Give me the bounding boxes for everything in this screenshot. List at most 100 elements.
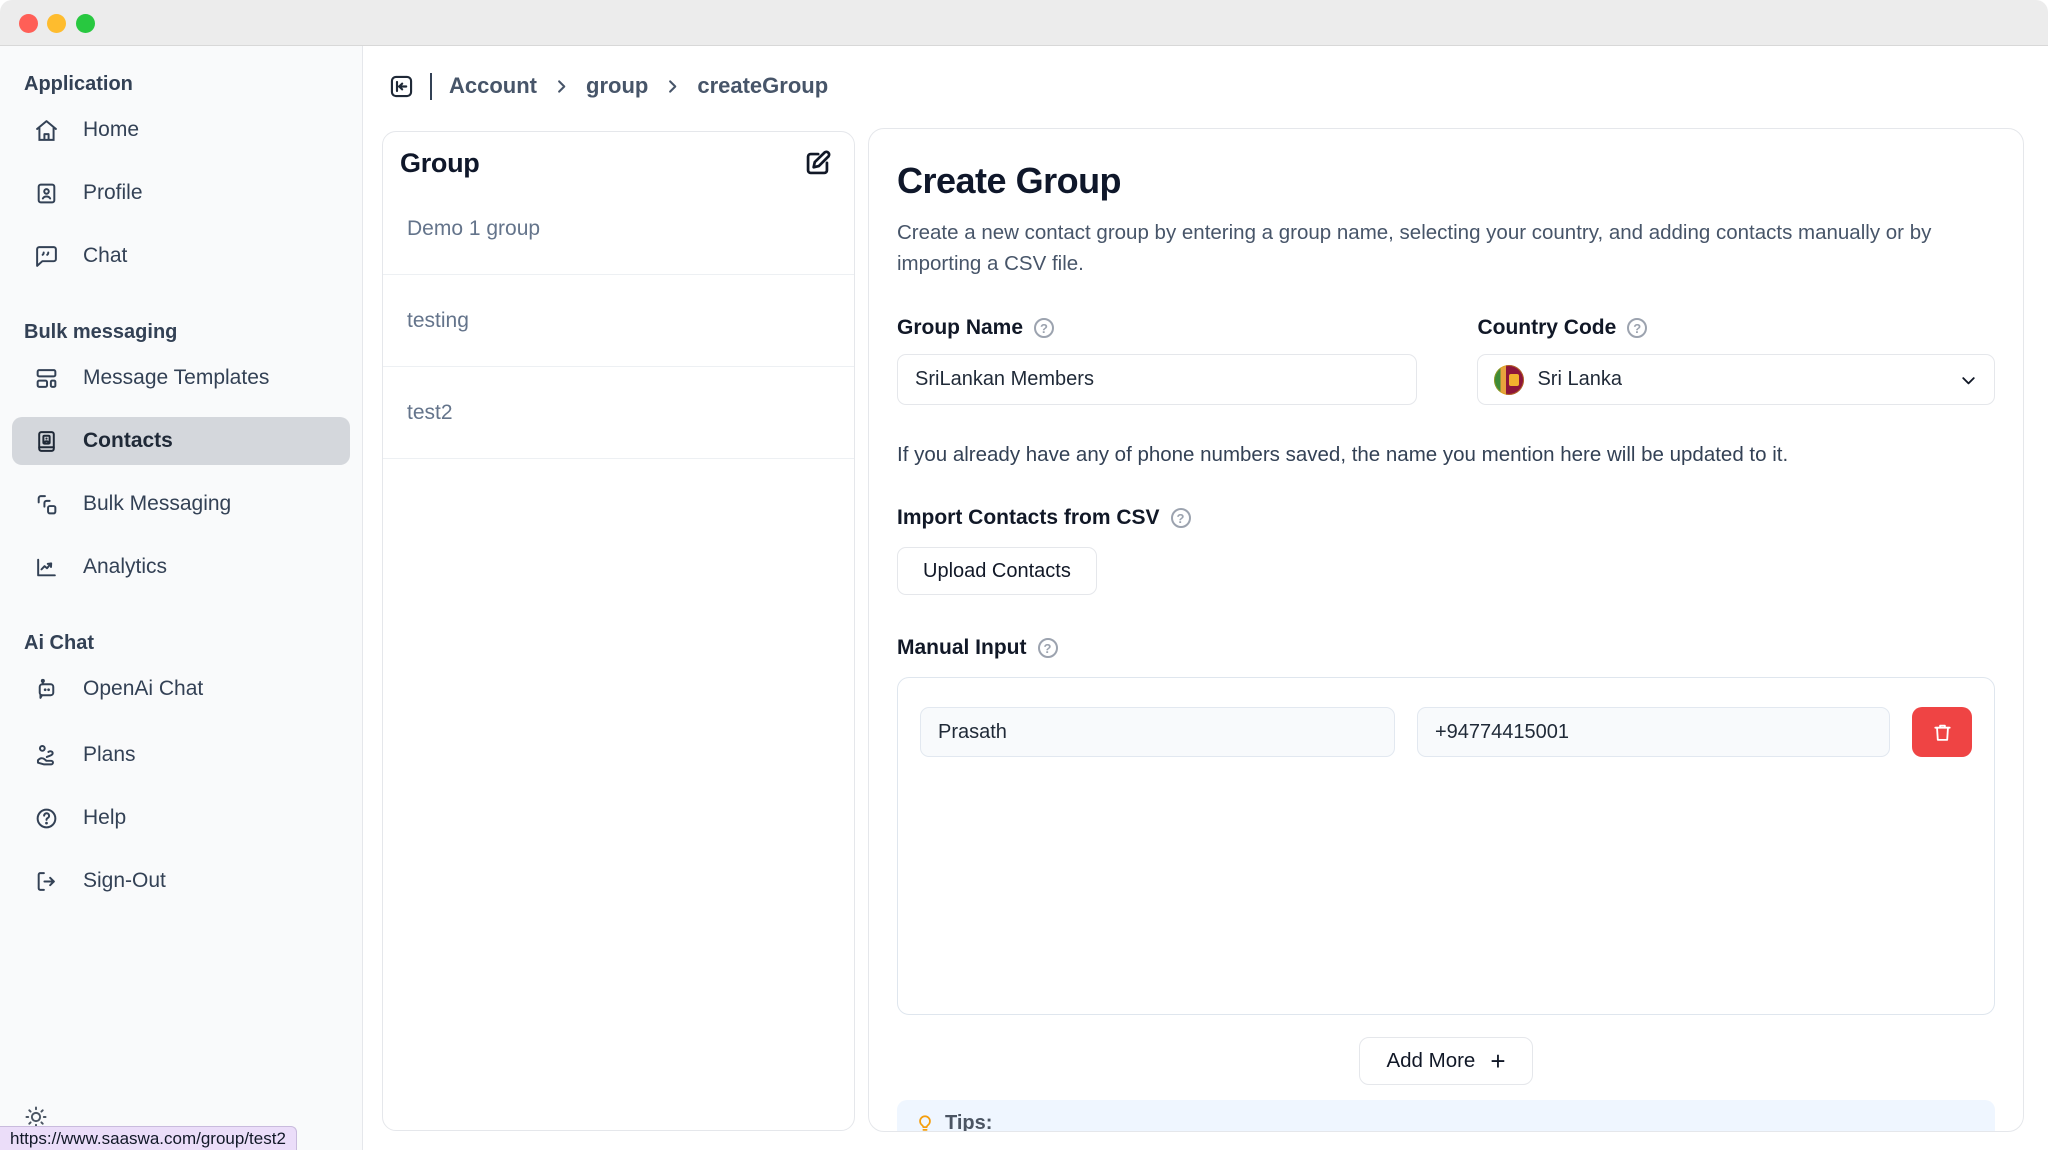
sidebar-item-label: Profile — [83, 181, 143, 205]
chevron-right-icon — [552, 77, 571, 96]
bulk-messaging-icon — [34, 492, 59, 517]
group-name-field: Group Name ? — [897, 315, 1417, 405]
sidebar-section-label: Application — [12, 72, 350, 96]
breadcrumb-item-creategroup[interactable]: createGroup — [697, 73, 828, 99]
sidebar-item-plans[interactable]: Plans — [12, 731, 350, 779]
group-panel-header: Group — [383, 132, 854, 183]
bot-icon — [34, 677, 59, 702]
manual-input-label: Manual Input — [897, 635, 1027, 661]
create-group-card: Create Group Create a new contact group … — [868, 128, 2024, 1132]
contact-phone-input[interactable] — [1417, 707, 1890, 757]
delete-contact-button[interactable] — [1912, 707, 1972, 757]
import-csv-label: Import Contacts from CSV — [897, 505, 1160, 531]
country-select[interactable]: Sri Lanka — [1477, 354, 1995, 405]
contact-row — [920, 707, 1972, 757]
sidebar-item-label: Help — [83, 806, 126, 830]
plus-icon: + — [1490, 1048, 1505, 1074]
zoom-window-button[interactable] — [76, 14, 95, 33]
sri-lanka-flag-icon — [1494, 365, 1524, 395]
sidebar-item-label: Analytics — [83, 555, 167, 579]
home-icon — [34, 118, 59, 143]
breadcrumb-item-group[interactable]: group — [586, 73, 648, 99]
add-more-button[interactable]: Add More + — [1359, 1037, 1532, 1085]
sidebar-item-profile[interactable]: Profile — [12, 169, 350, 217]
country-code-label: Country Code — [1477, 315, 1616, 341]
breadcrumb: Account group createGroup — [388, 72, 828, 100]
manual-input-label-row: Manual Input ? — [897, 635, 1995, 661]
analytics-icon — [34, 555, 59, 580]
group-name-country-row: Group Name ? Country Code ? Sri Lanka — [897, 315, 1995, 405]
sidebar-item-analytics[interactable]: Analytics — [12, 543, 350, 591]
breadcrumb-divider — [430, 73, 432, 100]
sidebar-item-help[interactable]: Help — [12, 794, 350, 842]
lightbulb-icon — [914, 1112, 936, 1132]
add-more-label: Add More — [1386, 1049, 1475, 1073]
group-panel-title: Group — [400, 148, 480, 179]
sidebar-item-label: Bulk Messaging — [83, 492, 231, 516]
country-code-label-row: Country Code ? — [1477, 315, 1995, 341]
group-name-note: If you already have any of phone numbers… — [897, 443, 1995, 467]
hand-coins-icon — [34, 743, 59, 768]
sidebar-section-application: Application Home Profile Chat — [12, 72, 350, 280]
sidebar-item-message-templates[interactable]: Message Templates — [12, 354, 350, 402]
help-icon[interactable]: ? — [1034, 318, 1054, 338]
add-more-row: Add More + — [897, 1037, 1995, 1085]
country-select-value: Sri Lanka — [1537, 368, 1622, 391]
back-button[interactable] — [388, 73, 415, 100]
country-code-field: Country Code ? Sri Lanka — [1477, 315, 1995, 405]
group-list-item-test2[interactable]: test2 — [383, 367, 854, 459]
minimize-window-button[interactable] — [47, 14, 66, 33]
page-description: Create a new contact group by entering a… — [897, 217, 1992, 279]
help-icon[interactable]: ? — [1171, 508, 1191, 528]
group-list-panel: Group Demo 1 group testing test2 — [382, 131, 855, 1131]
sidebar-item-contacts[interactable]: Contacts — [12, 417, 350, 465]
chevron-right-icon — [663, 77, 682, 96]
new-group-button[interactable] — [802, 148, 833, 182]
sidebar-footer: Plans Help Sign-Out — [12, 731, 350, 905]
sidebar-item-bulk-messaging[interactable]: Bulk Messaging — [12, 480, 350, 528]
sidebar-section-label: Ai Chat — [12, 631, 350, 655]
templates-icon — [34, 366, 59, 391]
sidebar-item-label: OpenAi Chat — [83, 677, 203, 701]
chat-icon — [34, 244, 59, 269]
contacts-icon — [34, 429, 59, 454]
sidebar-item-home[interactable]: Home — [12, 106, 350, 154]
tips-box: Tips: — [897, 1100, 1995, 1132]
page-title: Create Group — [897, 159, 1995, 203]
group-name-input[interactable] — [897, 354, 1417, 405]
help-icon — [34, 806, 59, 831]
window-titlebar — [0, 0, 2048, 46]
group-list-item-demo-1-group[interactable]: Demo 1 group — [383, 183, 854, 275]
sidebar-item-chat[interactable]: Chat — [12, 232, 350, 280]
sidebar-item-openai-chat[interactable]: OpenAi Chat — [12, 665, 350, 713]
trash-icon — [1931, 721, 1954, 744]
sidebar-item-sign-out[interactable]: Sign-Out — [12, 857, 350, 905]
sidebar-item-label: Message Templates — [83, 366, 269, 390]
profile-icon — [34, 181, 59, 206]
import-csv-label-row: Import Contacts from CSV ? — [897, 505, 1995, 531]
edit-icon — [802, 148, 833, 179]
help-icon[interactable]: ? — [1038, 638, 1058, 658]
main-content: Account group createGroup Group Demo 1 g… — [363, 46, 2048, 1150]
sidebar-section-bulk-messaging: Bulk messaging Message Templates Contact… — [12, 320, 350, 591]
sidebar-item-label: Chat — [83, 244, 127, 268]
contact-name-input[interactable] — [920, 707, 1395, 757]
sidebar-item-label: Plans — [83, 743, 136, 767]
group-list-item-testing[interactable]: testing — [383, 275, 854, 367]
sidebar-item-label: Contacts — [83, 429, 173, 453]
group-name-label-row: Group Name ? — [897, 315, 1417, 341]
group-name-label: Group Name — [897, 315, 1023, 341]
chevron-down-icon — [1958, 370, 1979, 391]
close-window-button[interactable] — [19, 14, 38, 33]
status-url-tooltip: https://www.saaswa.com/group/test2 — [0, 1126, 297, 1150]
manual-contacts-container — [897, 677, 1995, 1015]
sidebar-item-label: Sign-Out — [83, 869, 166, 893]
tips-label: Tips: — [945, 1111, 992, 1132]
breadcrumb-item-account[interactable]: Account — [449, 73, 537, 99]
sidebar-section-ai-chat: Ai Chat OpenAi Chat — [12, 631, 350, 713]
sidebar-item-label: Home — [83, 118, 139, 142]
help-icon[interactable]: ? — [1627, 318, 1647, 338]
sidebar-section-label: Bulk messaging — [12, 320, 350, 344]
upload-contacts-button[interactable]: Upload Contacts — [897, 547, 1097, 595]
sign-out-icon — [34, 869, 59, 894]
